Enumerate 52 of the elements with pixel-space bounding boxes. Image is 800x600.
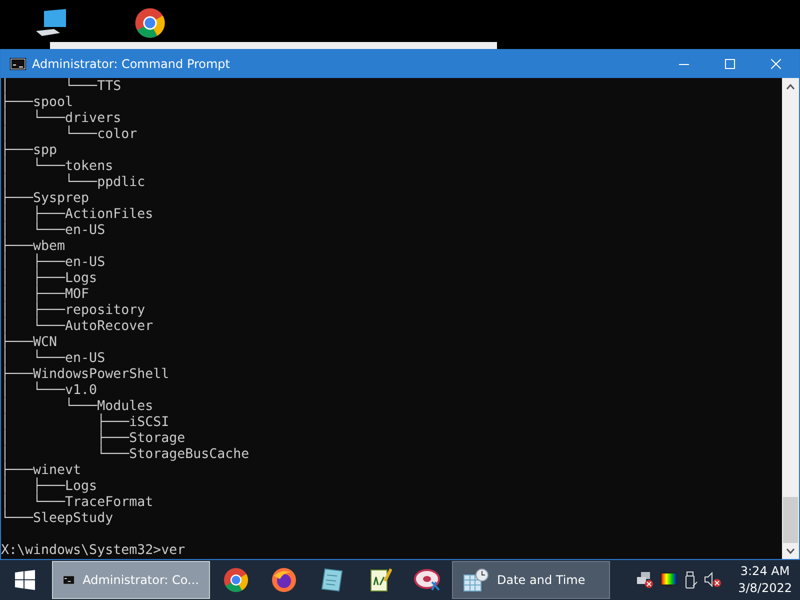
console-line: ├───WindowsPowerShell — [1, 367, 170, 382]
document-pencil-icon[interactable] — [368, 567, 392, 593]
console-line: │ ├───Storage — [1, 431, 186, 446]
console-line: │ └───Modules — [1, 399, 154, 414]
close-icon — [771, 59, 781, 69]
maximize-icon — [725, 59, 735, 69]
scroll-up-icon[interactable] — [786, 84, 795, 90]
clock[interactable]: 3:24 AM 3/8/2022 — [738, 563, 792, 597]
scroll-thumb[interactable] — [783, 497, 798, 543]
console-line: │ ├───en-US — [1, 255, 106, 270]
console-line: ├───Sysprep — [1, 191, 90, 206]
console-line: │ └───v1.0 — [1, 383, 98, 398]
console-line: │ └───StorageBusCache — [1, 447, 250, 462]
console-line: ├───wbem — [1, 239, 66, 254]
fox-globe-icon[interactable] — [271, 567, 297, 593]
console-line: │ └───en-US — [1, 351, 106, 366]
speaker-muted-icon[interactable] — [704, 571, 722, 589]
network-error-icon[interactable] — [636, 571, 654, 589]
console-line: │ ├───repository — [1, 303, 146, 318]
console-line: ├───spool — [1, 95, 74, 110]
console-line: ├───WCN — [1, 335, 58, 350]
usb-drive-icon[interactable] — [684, 571, 698, 589]
chrome-icon[interactable] — [223, 567, 249, 593]
display-color-icon[interactable] — [660, 572, 678, 588]
window-title: Administrator: Command Prompt — [32, 57, 231, 71]
notepad-icon[interactable] — [320, 567, 344, 593]
console-line: │ ├───Logs — [1, 271, 98, 286]
console-line: │ └───color — [1, 127, 138, 142]
console-line: │ └───tokens — [1, 159, 114, 174]
scrollbar[interactable] — [782, 78, 799, 559]
taskbar-button[interactable]: Date and Time — [452, 561, 610, 599]
computer-icon[interactable] — [34, 9, 68, 39]
console-line: │ ├───iSCSI — [1, 415, 170, 430]
calendar-clock-icon — [463, 568, 489, 592]
console-line: ├───winevt — [1, 463, 82, 478]
clock-time: 3:24 AM — [740, 563, 790, 580]
console-line: │ └───en-US — [1, 223, 106, 238]
command-prompt-line[interactable]: X:\windows\System32>ver — [1, 543, 186, 559]
console-line: │ ├───ActionFiles — [1, 207, 154, 222]
console-line: │ ├───Logs — [1, 479, 98, 494]
console-line: ├───spp — [1, 143, 58, 158]
windows-logo-icon — [15, 570, 35, 590]
scroll-down-icon[interactable] — [786, 548, 795, 554]
console-icon — [10, 58, 26, 70]
console-line: │ └───drivers — [1, 111, 122, 126]
console-line: │ └───TraceFormat — [1, 495, 154, 510]
chrome-icon[interactable] — [134, 7, 166, 39]
console-line: │ ├───MOF — [1, 287, 90, 302]
console-line: └───SleepStudy — [1, 511, 114, 527]
clock-date: 3/8/2022 — [738, 580, 792, 597]
console-line: │ └───AutoRecover — [1, 319, 154, 334]
console-line: │ └───ppdlic — [1, 175, 146, 190]
